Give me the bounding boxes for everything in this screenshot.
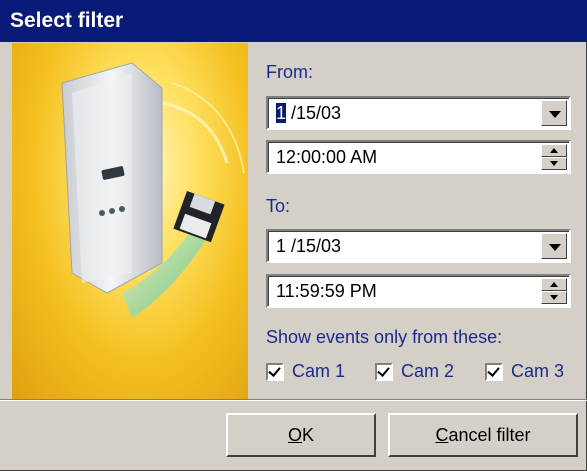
cam2-label[interactable]: Cam 2	[401, 361, 454, 382]
to-date-combobox[interactable]: 1 /15/03	[266, 229, 571, 263]
to-date-dropdown-arrow-icon[interactable]	[541, 233, 567, 259]
cam1-label[interactable]: Cam 1	[292, 361, 345, 382]
button-area-divider	[0, 399, 587, 401]
dialog-title: Select filter	[10, 9, 124, 32]
checkmark-icon[interactable]	[375, 363, 393, 381]
spin-up-arrow-icon[interactable]	[541, 144, 567, 157]
from-date-value[interactable]: 1 /15/03	[276, 103, 341, 124]
motion-sensor-icon	[61, 62, 245, 318]
to-label: To:	[266, 196, 291, 216]
checkmark-icon[interactable]	[266, 363, 284, 381]
cancel-label-rest: ancel filter	[448, 425, 531, 445]
to-date-value[interactable]: 1 /15/03	[276, 236, 341, 257]
from-date-dropdown-arrow-icon[interactable]	[541, 100, 567, 126]
from-date-selected-part: 1	[276, 103, 287, 123]
from-time-spinner[interactable]: 12:00:00 AM	[266, 140, 571, 174]
spin-down-arrow-icon[interactable]	[541, 157, 567, 170]
title-bar[interactable]: Select filter	[0, 0, 587, 42]
from-time-spin-buttons[interactable]	[541, 144, 567, 170]
checkmark-icon[interactable]	[485, 363, 503, 381]
ok-mnemonic: O	[287, 425, 302, 445]
sensor-illustration	[12, 43, 248, 399]
show-events-label: Show events only from these:	[266, 327, 503, 347]
to-time-value[interactable]: 11:59:59 PM	[276, 281, 377, 302]
to-time-spin-buttons[interactable]	[541, 278, 567, 304]
select-filter-dialog: Select filter From: 1 /15/03 12:00:00 AM…	[0, 0, 587, 471]
to-time-spinner[interactable]: 11:59:59 PM	[266, 274, 571, 308]
from-date-combobox[interactable]: 1 /15/03	[266, 96, 571, 130]
from-label: From:	[266, 62, 313, 82]
spin-down-arrow-icon[interactable]	[541, 291, 567, 304]
cancel-mnemonic: C	[435, 425, 449, 445]
from-date-rest: /15/03	[286, 103, 342, 123]
cancel-filter-button[interactable]: Cancel filter	[388, 413, 578, 457]
spin-up-arrow-icon[interactable]	[541, 278, 567, 291]
ok-label-rest: K	[302, 425, 315, 445]
from-time-value[interactable]: 12:00:00 AM	[276, 147, 377, 168]
ok-button[interactable]: OK	[226, 413, 376, 457]
cam3-label[interactable]: Cam 3	[511, 361, 564, 382]
